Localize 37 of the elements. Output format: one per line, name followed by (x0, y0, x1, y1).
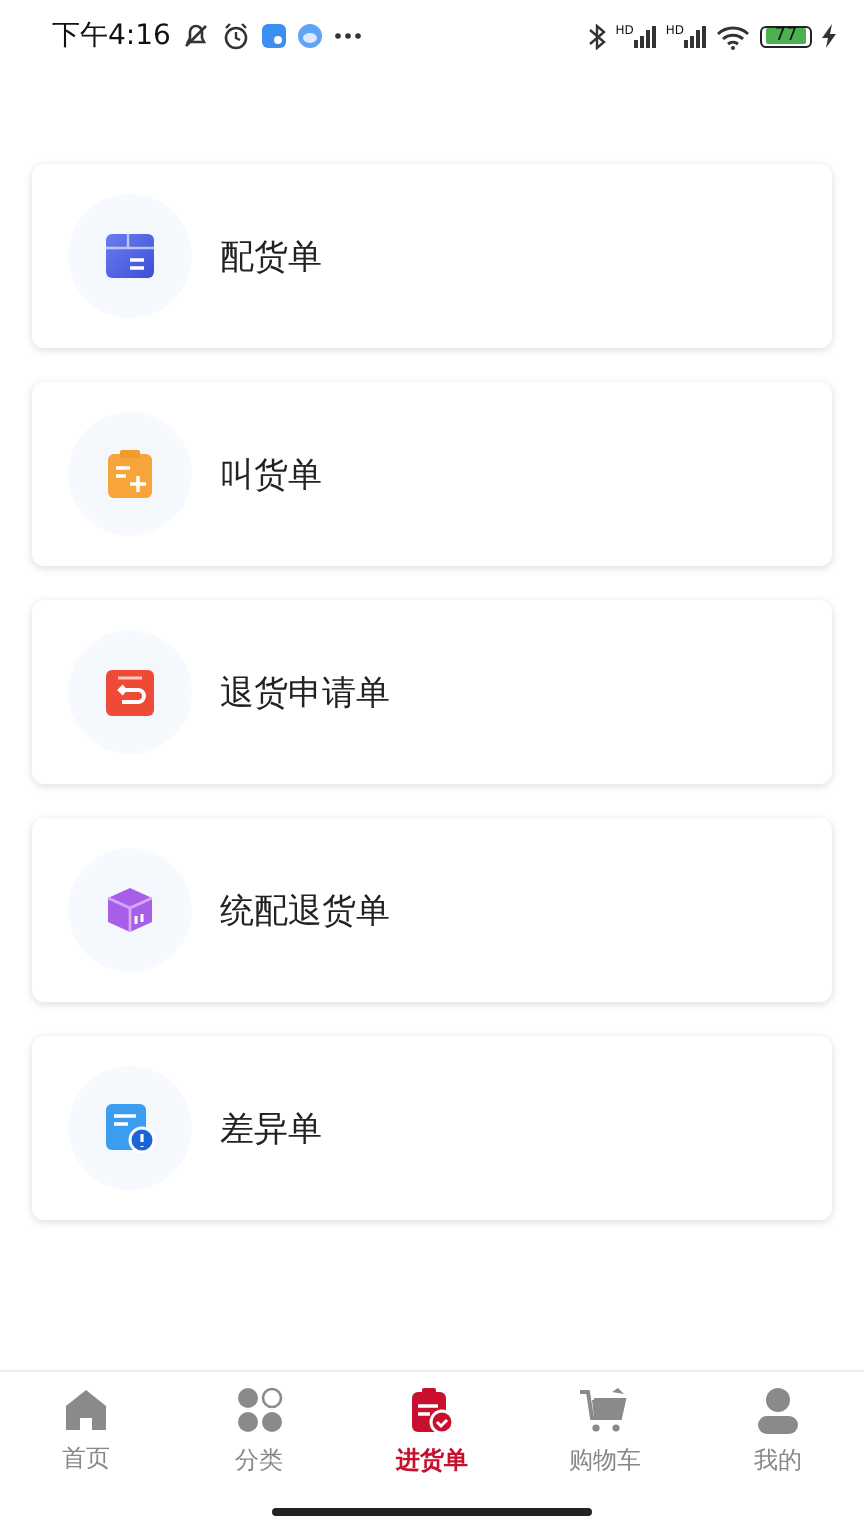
signal-icon (633, 25, 656, 47)
home-icon (62, 1388, 111, 1432)
app-notification-icon (298, 24, 323, 48)
menu-card[interactable]: 差异单 (32, 1036, 832, 1220)
tab-item[interactable]: 分类 (172, 1372, 346, 1492)
alarm-icon (222, 22, 251, 50)
menu-label: 统配退货单 (220, 889, 390, 933)
signal-icon (684, 25, 706, 47)
tab-item[interactable]: 进货单 (345, 1372, 519, 1492)
menu-label: 配货单 (220, 235, 322, 279)
tab-item[interactable]: 我的 (691, 1372, 864, 1492)
package-icon (104, 884, 156, 936)
menu-card[interactable]: 配货单 (32, 164, 832, 348)
cart-icon (578, 1386, 631, 1434)
muted-bell-icon (182, 22, 211, 50)
clock-time: 下午4:16 (52, 18, 171, 54)
battery-indicator: 77 (760, 25, 812, 47)
user-icon (755, 1386, 800, 1434)
menu-card[interactable]: 叫货单 (32, 382, 832, 566)
wifi-icon (716, 23, 750, 49)
document-alert-icon (104, 1102, 156, 1154)
menu-label: 差异单 (220, 1107, 322, 1151)
app-notification-icon (262, 24, 287, 48)
bluetooth-icon (587, 23, 606, 49)
clipboard-plus-icon (106, 448, 154, 500)
menu-label: 叫货单 (220, 453, 322, 497)
home-indicator[interactable] (272, 1508, 592, 1516)
clipboard-check-icon (410, 1386, 455, 1434)
category-icon (235, 1386, 284, 1434)
menu-card[interactable]: 统配退货单 (32, 818, 832, 1002)
more-icon (334, 32, 363, 40)
tab-item[interactable]: 首页 (0, 1372, 173, 1492)
tab-item[interactable]: 购物车 (518, 1372, 692, 1492)
box-icon (104, 230, 156, 282)
charging-icon (822, 24, 836, 48)
menu-card[interactable]: 退货申请单 (32, 600, 832, 784)
menu-label: 退货申请单 (220, 671, 390, 715)
